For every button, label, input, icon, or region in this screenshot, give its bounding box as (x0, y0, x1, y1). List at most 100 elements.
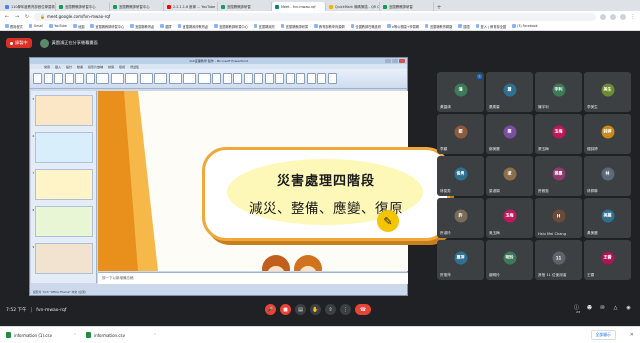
participant-tile[interactable]: 玉梅 吳玉梅 (486, 198, 533, 238)
participant-tile[interactable]: 11 其他 11 位使用者 (535, 240, 582, 280)
ribbon-button[interactable] (197, 73, 211, 84)
bookmark-item[interactable]: 宜蘭縣教育網路 (423, 24, 454, 29)
bookmark-item[interactable]: e等公務園+學習網 (385, 24, 421, 29)
bookmark-item[interactable]: 全國教師在職進修 (349, 24, 384, 29)
ribbon-button[interactable] (275, 73, 284, 84)
recording-badge[interactable]: 錄製中 (6, 38, 32, 48)
url-input[interactable]: 🔒 meet.google.com/fvn-mwao-rqf (34, 12, 596, 21)
extension-icon[interactable] (600, 13, 606, 20)
bookmark-item[interactable]: Gmail (27, 24, 45, 28)
participant-tile[interactable]: 美麗 黃美麗 (584, 198, 631, 238)
participant-tile[interactable]: 明玲 趙明玲 (486, 240, 533, 280)
participant-tile[interactable]: 玉梅 張玉梅 (535, 114, 582, 154)
slide-thumbnail[interactable]: 9 (33, 243, 93, 274)
raise-hand-icon[interactable]: ✋ (310, 304, 321, 315)
maximize-icon[interactable] (392, 58, 398, 63)
bookmark-item[interactable]: YouTube (47, 24, 69, 28)
participant-tile[interactable]: 詩婷 鍾詩婷 (584, 114, 631, 154)
present-icon[interactable]: ⇧ (325, 304, 336, 315)
participant-tile[interactable]: 鄭鄭美麗 (486, 114, 533, 154)
ribbon-button[interactable] (264, 73, 274, 84)
lock-icon[interactable]: ◉ (625, 305, 632, 312)
forward-icon[interactable]: → (14, 14, 20, 20)
ribbon-button[interactable] (110, 73, 124, 84)
participant-tile[interactable]: 俊男 林俊男 (437, 156, 484, 196)
bookmark-item[interactable]: 教育部教學資源網 (312, 24, 347, 29)
ppt-menu-tab[interactable]: 插入 (55, 65, 61, 69)
browser-tab[interactable]: 宜蘭縣教師研習 (218, 2, 272, 11)
ribbon-button[interactable] (139, 73, 153, 84)
participant-tile[interactable]: 林林佩琳 (584, 156, 631, 196)
ppt-menu-tab[interactable]: 常用 (44, 65, 50, 69)
ppt-menu-tab[interactable]: 動畫 (77, 65, 83, 69)
ribbon-button[interactable] (54, 73, 63, 84)
participant-tile[interactable]: 美生 李美生 (584, 72, 631, 112)
participant-tile[interactable]: 王雲 王雲 (584, 240, 631, 280)
bookmark-item[interactable]: 宜蘭縣教師研習 (279, 24, 310, 29)
ppt-menu-tab[interactable]: 檢視 (119, 65, 125, 69)
bookmark-item[interactable]: 宜蘭縣教師研習中心 (212, 24, 250, 29)
notes-pane[interactable]: 按一下以新增備忘稿 (98, 272, 408, 284)
ribbon-button[interactable] (243, 73, 253, 84)
ribbon-button[interactable] (306, 73, 316, 84)
ppt-menu-tab[interactable]: 增益集 (130, 65, 139, 69)
participant-tile[interactable]: 宇利 陳宇利 (535, 72, 582, 112)
slide-thumbnail[interactable]: 6 (33, 132, 93, 163)
bookmark-item[interactable]: 地圖 (71, 24, 86, 29)
people-icon[interactable]: ☻ (586, 305, 593, 312)
end-call-button[interactable]: ☎ (355, 304, 371, 315)
bookmark-item[interactable]: 國語 (456, 24, 471, 29)
ribbon-button[interactable] (75, 73, 84, 84)
ribbon-button[interactable] (183, 73, 196, 84)
browser-tab[interactable]: QuickMark 條碼掃描 - QR Co (326, 2, 380, 11)
ppt-menu-tab[interactable]: 校閱 (108, 65, 114, 69)
more-options-icon[interactable]: ⋮ (340, 304, 351, 315)
ribbon-button[interactable] (96, 73, 109, 84)
ribbon-button[interactable] (222, 73, 232, 84)
menu-icon[interactable]: ⋮ (630, 14, 636, 20)
ribbon-button[interactable] (168, 73, 182, 84)
browser-tab[interactable]: 宜蘭縣教師研習中心 (110, 2, 164, 11)
extension-icon[interactable] (610, 13, 616, 20)
reload-icon[interactable]: ↻ (24, 14, 30, 20)
show-all-button[interactable]: 全部顯示 (590, 330, 616, 340)
mic-off-icon[interactable]: 🎤 (265, 304, 276, 315)
ribbon-button[interactable] (233, 73, 242, 84)
browser-tab[interactable]: Meet - fvn-mwao-rqf (272, 2, 326, 11)
slide-thumbnail[interactable]: 8 (33, 206, 93, 237)
bookmark-item[interactable]: 宜蘭縣教師研習中心 (88, 24, 126, 29)
ribbon-button[interactable] (85, 73, 95, 84)
close-icon[interactable]: ✕ (630, 332, 634, 338)
bookmark-item[interactable]: 宜蘭縣政府教育處 (176, 24, 211, 29)
ribbon-button[interactable] (212, 73, 221, 84)
bookmark-item[interactable]: 宜蘭縣政府 (252, 24, 277, 29)
participant-tile[interactable]: 蕭蕭慶豪 (486, 72, 533, 112)
participant-tile[interactable]: H Hsiu Mei Chang (535, 198, 582, 238)
bookmark-item[interactable]: 宜蘭縣教育處 (128, 24, 156, 29)
chevron-up-icon[interactable]: ˄ (74, 333, 76, 338)
participant-tile[interactable]: 雅惠 許雅惠 (535, 156, 582, 196)
bookmark-item[interactable]: 翻譯 (158, 24, 173, 29)
slide-thumbnail[interactable]: 7 (33, 169, 93, 200)
ppt-menu-tab[interactable]: 設計 (66, 65, 72, 69)
browser-tab[interactable]: 宜蘭縣教師研習 (380, 2, 434, 11)
ribbon-button[interactable] (254, 73, 263, 84)
captions-icon[interactable]: ▤ (295, 304, 306, 315)
activities-icon[interactable]: △ (612, 305, 619, 312)
camera-off-icon[interactable]: ■ (280, 304, 291, 315)
close-icon[interactable] (399, 58, 405, 63)
ribbon-button[interactable] (43, 73, 53, 84)
ribbon-button[interactable] (64, 73, 74, 84)
ribbon-button[interactable] (33, 73, 42, 84)
ppt-menu-tab[interactable]: 投影片放映 (88, 65, 103, 69)
participant-tile[interactable]: 鴻黃園鴻 • (437, 72, 484, 112)
ribbon-button[interactable] (154, 73, 167, 84)
participant-tile[interactable]: 惠萍 許惠萍 (437, 240, 484, 280)
participant-tile[interactable]: 淑梁淑娟 (486, 156, 533, 196)
chevron-up-icon[interactable]: ˄ (154, 333, 156, 338)
bookmark-item[interactable]: (3) Facebook (510, 24, 540, 28)
ribbon-button[interactable] (285, 73, 295, 84)
browser-tab[interactable]: 宜蘭縣教師研習中心 (56, 2, 110, 11)
new-tab-icon[interactable]: + (434, 4, 444, 11)
browser-tab[interactable]: 110學年度教育部數位學習精 (2, 2, 56, 11)
